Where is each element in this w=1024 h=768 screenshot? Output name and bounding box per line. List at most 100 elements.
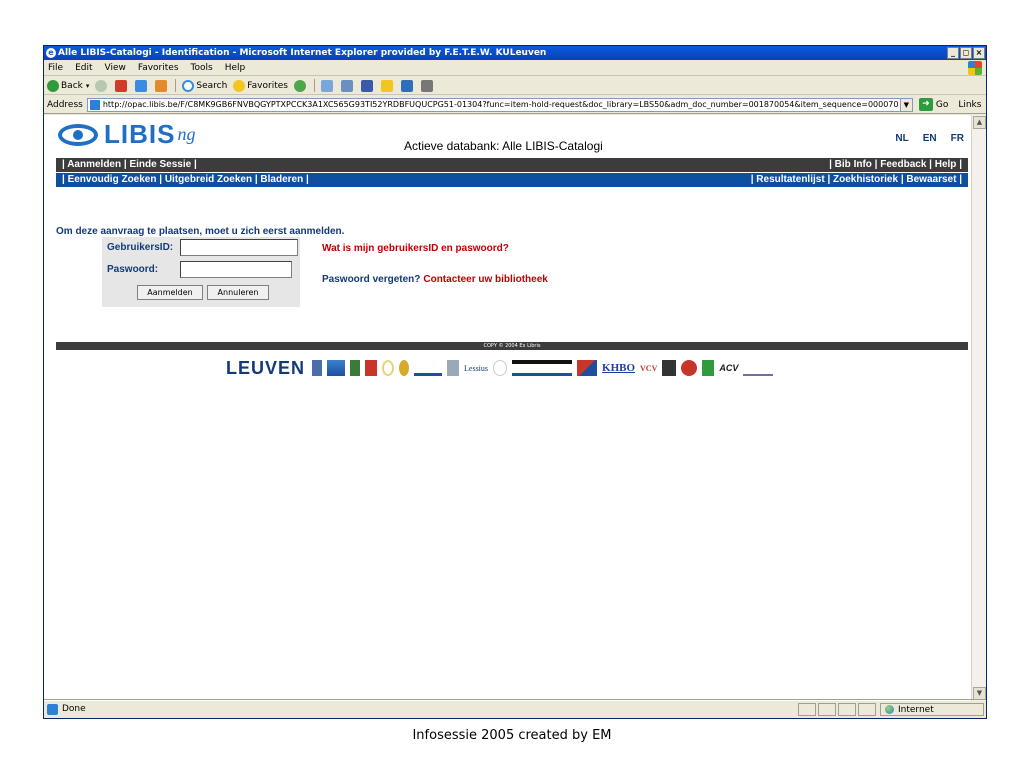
lessius-logo[interactable]: Lessius — [464, 364, 488, 373]
menu-file[interactable]: File — [48, 63, 63, 73]
status-panel — [798, 703, 816, 716]
zone-label: Internet — [898, 704, 934, 715]
search-button[interactable]: Search — [182, 79, 227, 92]
menu-view[interactable]: View — [105, 63, 126, 73]
language-fr[interactable]: FR — [951, 133, 964, 144]
info-links[interactable]: | Bib Info | Feedback | Help | — [829, 158, 962, 172]
menu-bar: File Edit View Favorites Tools Help — [44, 60, 986, 76]
menu-favorites[interactable]: Favorites — [138, 63, 179, 73]
leuven-logo[interactable]: LEUVEN — [226, 358, 305, 379]
stop-icon[interactable] — [115, 79, 128, 92]
address-bar: Address http://opac.libis.be/F/C8MK9GB6F… — [44, 96, 986, 114]
database-title: Actieve databank: Alle LIBIS-Catalogi — [404, 139, 603, 153]
back-label: Back — [61, 80, 83, 91]
page-done-icon — [47, 703, 58, 715]
language-en[interactable]: EN — [923, 133, 937, 144]
vcv-logo[interactable]: VCV — [640, 364, 657, 373]
partner-icon[interactable] — [493, 360, 508, 376]
partner-icon[interactable] — [681, 360, 698, 376]
khbo-logo[interactable]: KHBO — [602, 362, 635, 374]
status-text: Done — [62, 704, 86, 714]
partner-icon[interactable] — [447, 360, 460, 376]
vertical-scrollbar[interactable]: ▲ ▼ — [971, 115, 986, 701]
partner-icon[interactable] — [414, 360, 443, 376]
maximize-button[interactable]: ◻ — [960, 47, 972, 59]
partner-logos: LEUVEN Lessius KHBO VCV ACV — [226, 355, 774, 381]
logo-text: LIBIS — [104, 119, 176, 149]
partner-icon[interactable] — [577, 360, 598, 376]
partner-icon[interactable] — [312, 360, 323, 376]
partner-icon[interactable] — [399, 360, 410, 376]
cancel-button[interactable]: Annuleren — [207, 285, 269, 300]
edit-icon[interactable] — [360, 79, 373, 92]
partner-icon[interactable] — [702, 360, 715, 376]
browser-window: e Alle LIBIS-Catalogi - Identification -… — [43, 45, 987, 719]
session-nav-bar: | Aanmelden | Einde Sessie | | Bib Info … — [56, 158, 968, 172]
session-links[interactable]: | Aanmelden | Einde Sessie | — [62, 158, 197, 172]
password-label: Paswoord: — [107, 264, 159, 275]
page-icon — [89, 99, 100, 110]
partner-icon[interactable] — [743, 360, 774, 376]
result-links[interactable]: | Resultatenlijst | Zoekhistoriek | Bewa… — [751, 173, 962, 187]
logo-suffix: ng — [177, 124, 196, 144]
menu-help[interactable]: Help — [225, 63, 246, 73]
close-button[interactable]: × — [973, 47, 985, 59]
partner-icon[interactable] — [365, 360, 378, 376]
favorites-button[interactable]: Favorites — [233, 79, 288, 92]
address-label: Address — [47, 99, 83, 110]
status-panel — [818, 703, 836, 716]
partner-icon[interactable] — [512, 360, 573, 376]
print-icon[interactable] — [340, 79, 353, 92]
research-icon[interactable] — [400, 79, 413, 92]
password-input[interactable] — [180, 261, 292, 278]
links-button[interactable]: Links — [958, 100, 981, 110]
refresh-icon[interactable] — [135, 79, 148, 92]
forward-arrow-icon[interactable] — [95, 79, 108, 92]
forgot-password-line: Paswoord vergeten? Contacteer uw biblioth… — [322, 274, 548, 285]
login-form: GebruikersID: Paswoord: Aanmelden Annule… — [102, 237, 300, 307]
menu-edit[interactable]: Edit — [75, 63, 92, 73]
status-bar: Done Internet — [44, 699, 986, 718]
address-dropdown-icon[interactable]: ▼ — [900, 97, 913, 112]
go-label: Go — [935, 99, 949, 110]
kdc-logo[interactable] — [327, 360, 346, 376]
copyright-bar: COPY © 2004 Ex Libris — [56, 342, 968, 350]
back-button[interactable]: Back ▾ — [47, 79, 90, 92]
partner-icon[interactable] — [350, 360, 361, 376]
libis-eye-icon — [58, 123, 98, 146]
login-button[interactable]: Aanmelden — [137, 285, 203, 300]
login-instruction: Om deze aanvraag te plaatsen, moet u zic… — [56, 226, 345, 237]
toolbar-separator — [175, 79, 177, 92]
forgot-password-question: Paswoord vergeten? — [322, 274, 421, 285]
user-id-input[interactable] — [180, 239, 298, 256]
star-icon — [233, 79, 246, 92]
window-title: Alle LIBIS-Catalogi - Identification - M… — [58, 48, 547, 58]
ie-icon: e — [46, 48, 56, 58]
language-switcher: NL EN FR — [895, 133, 964, 144]
minimize-button[interactable]: _ — [947, 47, 959, 59]
status-panel — [838, 703, 856, 716]
history-icon[interactable] — [293, 79, 306, 92]
partner-icon[interactable] — [662, 360, 677, 376]
window-controls: _ ◻ × — [947, 47, 985, 59]
scroll-up-icon[interactable]: ▲ — [973, 116, 986, 129]
mail-icon[interactable] — [320, 79, 333, 92]
back-dropdown-icon[interactable]: ▾ — [86, 82, 90, 90]
back-arrow-icon — [47, 79, 59, 92]
search-links[interactable]: | Eenvoudig Zoeken | Uitgebreid Zoeken |… — [62, 173, 309, 187]
go-button[interactable]: ➜ Go — [918, 98, 949, 111]
messenger-icon[interactable] — [420, 79, 433, 92]
address-input[interactable]: http://opac.libis.be/F/C8MK9GB6FNVBQGYPT… — [86, 97, 901, 112]
discuss-icon[interactable] — [380, 79, 393, 92]
home-icon[interactable] — [155, 79, 168, 92]
search-nav-bar: | Eenvoudig Zoeken | Uitgebreid Zoeken |… — [56, 173, 968, 187]
acv-logo[interactable]: ACV — [719, 363, 738, 373]
user-id-help-link[interactable]: Wat is mijn gebruikersID en paswoord? — [322, 243, 509, 254]
globe-icon — [885, 705, 894, 714]
language-nl[interactable]: NL — [895, 133, 908, 144]
partner-icon[interactable] — [382, 360, 395, 376]
libis-logo: LIBIS ng — [58, 119, 195, 150]
title-bar: e Alle LIBIS-Catalogi - Identification -… — [44, 46, 986, 60]
menu-tools[interactable]: Tools — [191, 63, 213, 73]
contact-library-link[interactable]: Contacteer uw bibliotheek — [423, 274, 547, 285]
